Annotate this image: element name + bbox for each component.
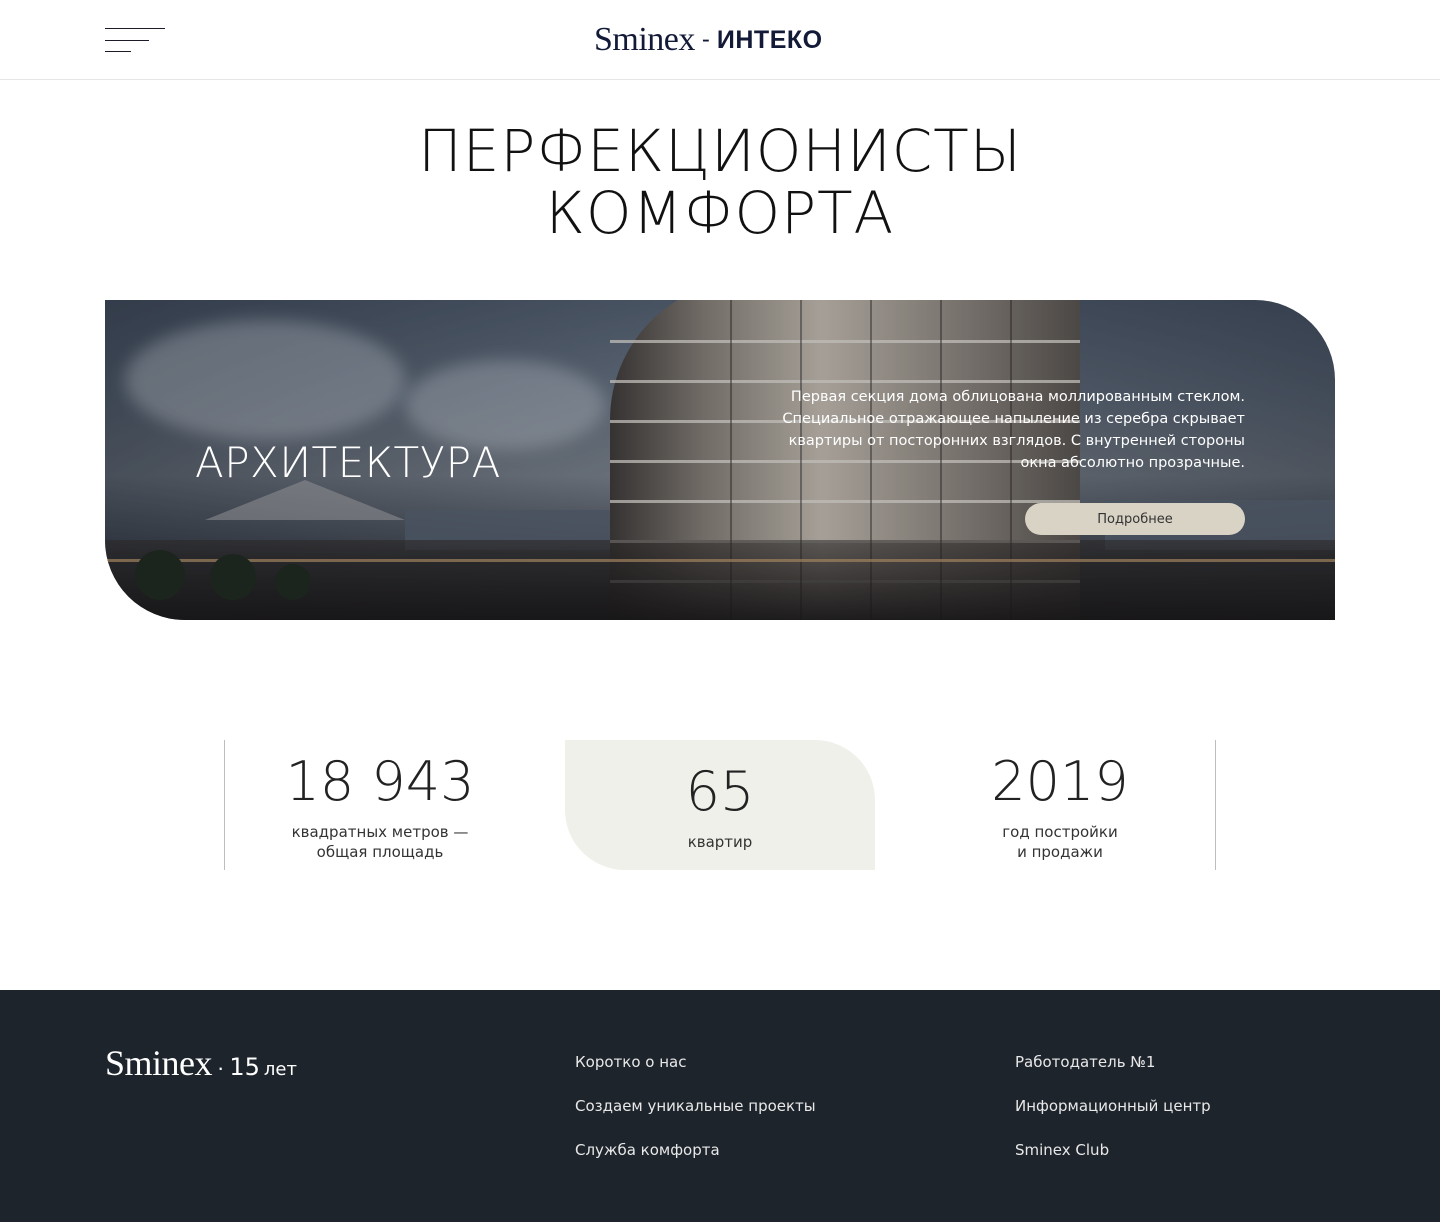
banner-description-line: Специальное отражающее напыление из сере… [782,411,1245,427]
logo-sminex: Sminex [594,21,695,58]
menu-burger-icon[interactable] [105,28,165,54]
banner-description-line: квартиры от посторонних взглядов. С внут… [788,433,1245,449]
stat-label-line: квартир [687,833,753,851]
footer-logo-years: 15 [229,1053,260,1081]
stat-label: квартир [565,832,875,852]
banner-heading: АРХИТЕКТУРА [195,438,501,487]
page-title: ПЕРФЕКЦИОНИСТЫ КОМФОРТА [0,120,1440,244]
footer-nav-col1: Коротко о нас Создаем уникальные проекты… [575,1052,816,1184]
site-header: Sminex - ИНТЕКО [0,0,1440,80]
footer-nav-col2: Работодатель №1 Информационный центр Smi… [1015,1052,1211,1184]
stat-label: квадратных метров — общая площадь [225,822,535,862]
stat-label-line: общая площадь [316,843,444,861]
logo-inteko: ИНТЕКО [716,25,823,54]
architecture-banner: АРХИТЕКТУРА Первая секция дома облицован… [105,300,1335,620]
banner-description-line: окна абсолютно прозрачные. [1020,455,1245,471]
banner-description-line: Первая секция дома облицована моллирован… [790,389,1245,405]
page-title-line1: ПЕРФЕКЦИОНИСТЫ [418,117,1022,185]
footer-link-projects[interactable]: Создаем уникальные проекты [575,1096,816,1116]
stat-number: 65 [685,760,755,823]
footer-logo-suffix: лет [263,1059,297,1080]
stat-apartments: 65 квартир [565,740,875,870]
stat-label-line: и продажи [1017,843,1103,861]
stat-label: год постройки и продажи [905,822,1215,862]
footer-logo-dot: · [217,1055,225,1080]
stat-area: 18 943 квадратных метров — общая площадь [225,740,535,870]
stat-label-line: квадратных метров — [291,823,469,841]
site-footer: Sminex · 15 лет Коротко о нас Создаем ун… [0,990,1440,1222]
banner-description: Первая секция дома облицована моллирован… [775,386,1245,474]
site-logo[interactable]: Sminex - ИНТЕКО [594,20,854,60]
page-title-line2: КОМФОРТА [545,179,895,247]
stat-divider [1215,740,1216,870]
footer-link-about[interactable]: Коротко о нас [575,1052,816,1072]
stat-number: 2019 [991,750,1129,813]
more-button[interactable]: Подробнее [1025,503,1245,535]
footer-link-comfort-service[interactable]: Служба комфорта [575,1140,816,1160]
footer-logo-sminex: Sminex [105,1043,213,1083]
footer-link-employer[interactable]: Работодатель №1 [1015,1052,1211,1072]
logo-dash: - [701,26,710,53]
stat-year: 2019 год постройки и продажи [905,740,1215,870]
footer-link-club[interactable]: Sminex Club [1015,1140,1211,1160]
stat-number: 18 943 [285,750,475,813]
stat-label-line: год постройки [1002,823,1118,841]
footer-logo[interactable]: Sminex · 15 лет [105,1042,297,1084]
footer-link-info-center[interactable]: Информационный центр [1015,1096,1211,1116]
